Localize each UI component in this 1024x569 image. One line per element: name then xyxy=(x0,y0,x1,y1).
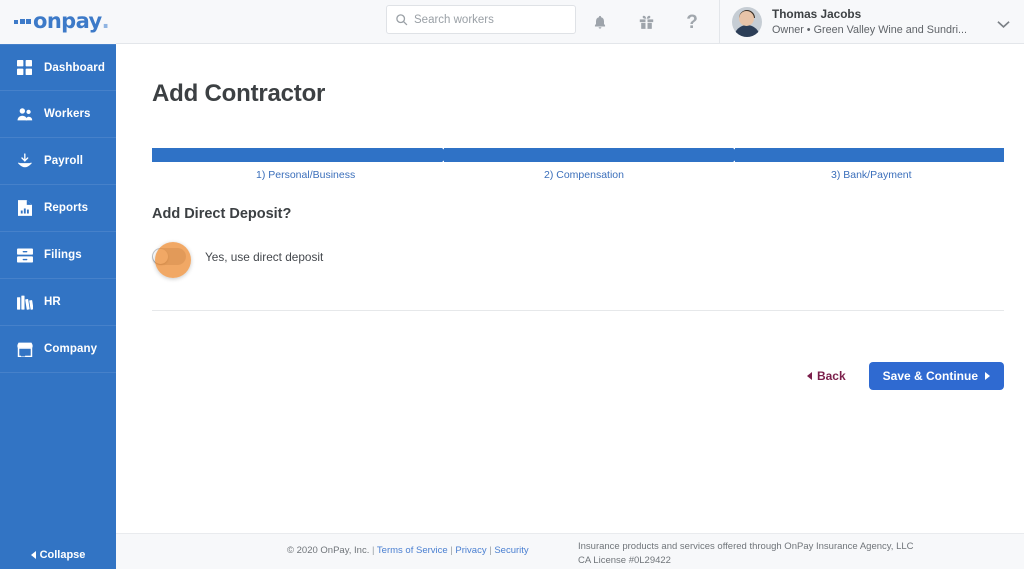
collapse-sidebar-button[interactable]: Collapse xyxy=(0,540,116,569)
arrow-left-icon xyxy=(806,372,812,380)
app-root: onpay . Search workers ? Thomas Jacobs O… xyxy=(0,0,1024,569)
direct-deposit-toggle[interactable] xyxy=(152,248,186,265)
user-role: Owner • Green Valley Wine and Sundri... xyxy=(772,23,968,36)
footer-insurance-disclaimer: Insurance products and services offered … xyxy=(578,540,914,568)
search-icon xyxy=(396,14,408,26)
report-document-icon xyxy=(16,200,33,217)
content-divider xyxy=(152,310,1004,311)
gift-icon[interactable] xyxy=(636,12,656,32)
footer-copyright: © 2020 OnPay, Inc. | Terms of Service | … xyxy=(287,545,529,556)
sidebar-item-label: Company xyxy=(44,343,98,355)
avatar xyxy=(732,7,762,37)
file-cabinet-icon xyxy=(16,247,33,264)
collapse-label: Collapse xyxy=(39,548,86,561)
logo-squares-icon xyxy=(14,18,31,24)
user-menu[interactable]: Thomas Jacobs Owner • Green Valley Wine … xyxy=(719,0,1024,44)
arrow-right-icon xyxy=(985,372,990,380)
direct-deposit-toggle-row: Yes, use direct deposit xyxy=(152,248,323,265)
privacy-link[interactable]: Privacy xyxy=(455,545,486,556)
header-icon-group: ? xyxy=(590,0,702,44)
grid-icon xyxy=(16,59,33,76)
sidebar-item-workers[interactable]: Workers xyxy=(0,91,116,138)
people-icon xyxy=(16,106,33,123)
section-title: Add Direct Deposit? xyxy=(152,206,292,222)
insurance-line-1: Insurance products and services offered … xyxy=(578,541,914,552)
sidebar-item-label: Payroll xyxy=(44,155,84,167)
sidebar-item-dashboard[interactable]: Dashboard xyxy=(0,44,116,91)
sidebar-item-label: Filings xyxy=(44,249,82,261)
step-segment-2 xyxy=(444,148,742,162)
top-header: onpay . Search workers ? Thomas Jacobs O… xyxy=(0,0,1024,44)
step-label-bank-payment[interactable]: 3) Bank/Payment xyxy=(831,169,912,181)
sidebar-item-hr[interactable]: HR xyxy=(0,279,116,326)
sidebar-item-company[interactable]: Company xyxy=(0,326,116,373)
sidebar-item-filings[interactable]: Filings xyxy=(0,232,116,279)
footer: © 2020 OnPay, Inc. | Terms of Service | … xyxy=(116,533,1024,569)
insurance-line-2: CA License #0L29422 xyxy=(578,554,671,566)
back-button[interactable]: Back xyxy=(799,363,854,389)
step-label-group: 1) Personal/Business 2) Compensation 3) … xyxy=(152,169,1004,189)
help-icon-glyph: ? xyxy=(686,11,698,33)
search-input[interactable] xyxy=(414,13,564,26)
chevron-down-icon[interactable] xyxy=(997,16,1010,34)
direct-deposit-toggle-label: Yes, use direct deposit xyxy=(205,249,324,264)
books-icon xyxy=(16,294,33,311)
search-box[interactable] xyxy=(386,5,576,34)
user-name: Thomas Jacobs xyxy=(772,6,862,21)
sidebar-item-label: Dashboard xyxy=(44,61,105,74)
sidebar: Dashboard Workers Payroll Reports Filing… xyxy=(0,44,116,569)
security-link[interactable]: Security xyxy=(494,545,528,556)
save-button-label: Save & Continue xyxy=(882,369,978,383)
step-segment-1 xyxy=(152,148,452,162)
sidebar-item-label: Reports xyxy=(44,202,89,214)
sidebar-item-reports[interactable]: Reports xyxy=(0,185,116,232)
sidebar-item-payroll[interactable]: Payroll xyxy=(0,138,116,185)
bell-icon[interactable] xyxy=(590,12,610,32)
sidebar-item-label: HR xyxy=(44,296,61,308)
page-title: Add Contractor xyxy=(152,80,326,107)
logo-dot: . xyxy=(101,9,110,33)
toggle-knob xyxy=(153,249,168,264)
help-icon[interactable]: ? xyxy=(682,12,702,32)
user-info: Thomas Jacobs Owner • Green Valley Wine … xyxy=(772,7,967,37)
step-segment-3 xyxy=(734,148,1004,162)
main-content: Add Contractor 1) Personal/Business 2) C… xyxy=(116,44,1024,541)
back-button-label: Back xyxy=(816,369,846,383)
step-label-personal-business[interactable]: 1) Personal/Business xyxy=(256,169,355,181)
form-actions: Back Save & Continue xyxy=(799,362,1004,390)
payroll-hand-icon xyxy=(16,153,33,170)
storefront-icon xyxy=(16,341,33,358)
logo-text: onpay xyxy=(33,9,102,33)
step-progress: 1) Personal/Business 2) Compensation 3) … xyxy=(152,148,1004,189)
step-progress-bar xyxy=(152,148,1004,162)
copyright-text: © 2020 OnPay, Inc. xyxy=(287,545,370,556)
terms-of-service-link[interactable]: Terms of Service xyxy=(377,545,448,556)
step-label-compensation[interactable]: 2) Compensation xyxy=(544,169,624,181)
save-and-continue-button[interactable]: Save & Continue xyxy=(868,362,1004,390)
chevron-left-icon xyxy=(30,550,36,559)
onpay-logo[interactable]: onpay . xyxy=(0,0,116,44)
sidebar-item-label: Workers xyxy=(44,108,91,120)
